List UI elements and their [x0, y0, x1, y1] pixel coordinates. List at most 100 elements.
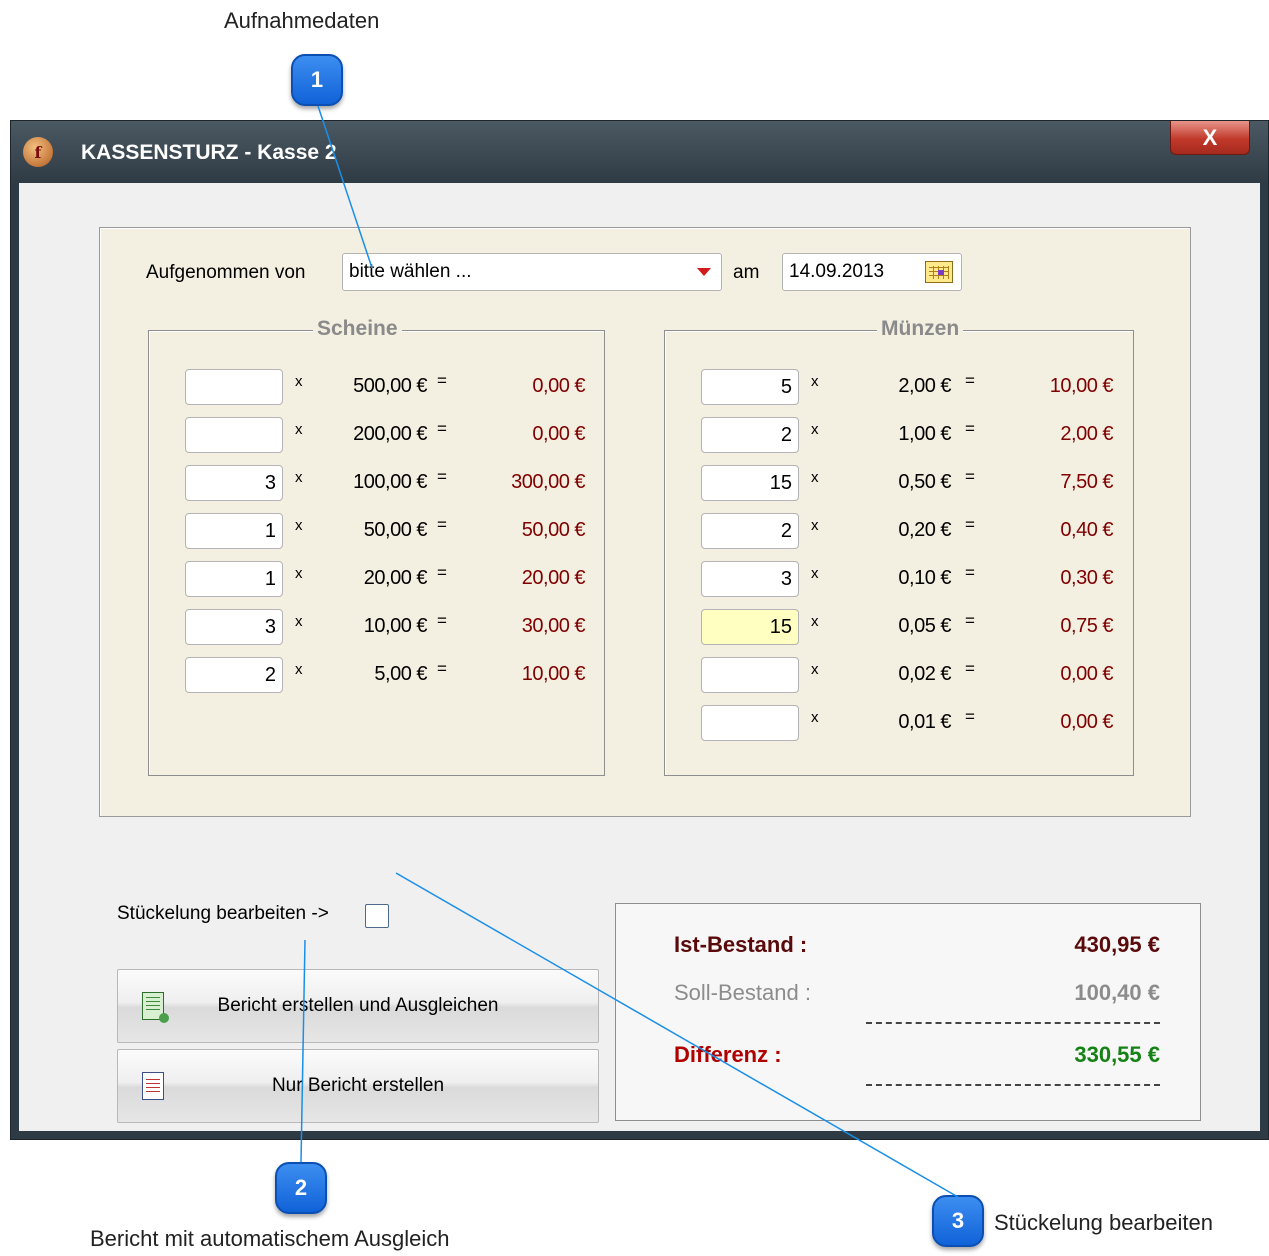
equals-sign: =	[437, 611, 447, 630]
coins-row-total: 0,30 €	[1060, 567, 1113, 589]
dropdown-arrow-icon[interactable]	[697, 268, 711, 276]
callout-3-badge: 3	[932, 1195, 984, 1247]
notes-row-total: 10,00 €	[521, 663, 586, 685]
equals-sign: =	[965, 371, 975, 390]
coins-qty-input[interactable]	[701, 705, 799, 741]
notes-qty-input[interactable]: 1	[185, 561, 283, 597]
notes-denomination: 100,00 €	[353, 471, 427, 493]
close-button[interactable]: X	[1170, 121, 1250, 155]
date-label: am	[733, 262, 760, 283]
notes-row-total: 50,00 €	[521, 519, 586, 541]
notes-denomination: 10,00 €	[363, 615, 428, 637]
times-sign: x	[295, 565, 303, 582]
notes-qty-input[interactable]	[185, 369, 283, 405]
notes-group: Scheine x 500,00 € = 0,00 € x 200,00 € = 0,00 €…	[148, 317, 605, 776]
coins-row: 15 x 0,50 € = 7,50 €	[665, 465, 1133, 503]
report-only-button[interactable]: Nur Bericht erstellen	[117, 1049, 599, 1123]
times-sign: x	[811, 373, 819, 390]
coins-denomination: 0,20 €	[898, 519, 951, 541]
target-balance-label: Soll-Bestand :	[674, 980, 811, 1005]
coins-qty-input[interactable]: 15	[701, 465, 799, 501]
coins-row: 5 x 2,00 € = 10,00 €	[665, 369, 1133, 407]
coins-group-title: Münzen	[877, 317, 964, 341]
notes-qty-input[interactable]: 2	[185, 657, 283, 693]
calendar-icon[interactable]	[925, 261, 953, 283]
notes-qty-input[interactable]: 3	[185, 609, 283, 645]
actual-balance-label: Ist-Bestand :	[674, 932, 808, 957]
notes-qty-input[interactable]: 1	[185, 513, 283, 549]
coins-denomination: 0,01 €	[898, 711, 951, 733]
equals-sign: =	[965, 515, 975, 534]
equals-sign: =	[437, 419, 447, 438]
date-field[interactable]: 14.09.2013	[782, 253, 962, 291]
notes-qty-input[interactable]	[185, 417, 283, 453]
equals-sign: =	[965, 467, 975, 486]
coins-row-total: 10,00 €	[1049, 375, 1114, 397]
summary-panel: Ist-Bestand : 430,95 € Soll-Bestand : 10…	[615, 903, 1201, 1121]
coins-row: 15 x 0,05 € = 0,75 €	[665, 609, 1133, 647]
equals-sign: =	[965, 563, 975, 582]
window-client-area: Aufgenommen von bitte wählen ... am 14.0…	[19, 183, 1260, 1131]
notes-row: 2 x 5,00 € = 10,00 €	[149, 657, 604, 695]
equals-sign: =	[965, 611, 975, 630]
equals-sign: =	[437, 371, 447, 390]
times-sign: x	[295, 421, 303, 438]
coins-qty-input[interactable]: 15	[701, 609, 799, 645]
callout-1-badge: 1	[291, 54, 343, 106]
notes-row: 1 x 20,00 € = 20,00 €	[149, 561, 604, 599]
coins-denomination: 1,00 €	[898, 423, 951, 445]
coins-row-total: 0,00 €	[1060, 711, 1113, 733]
coins-qty-input[interactable]	[701, 657, 799, 693]
times-sign: x	[811, 661, 819, 678]
coins-qty-input[interactable]: 3	[701, 561, 799, 597]
times-sign: x	[295, 517, 303, 534]
notes-denomination: 50,00 €	[363, 519, 428, 541]
edit-denominations-checkbox[interactable]	[365, 904, 389, 928]
coins-row: 3 x 0,10 € = 0,30 €	[665, 561, 1133, 599]
times-sign: x	[811, 709, 819, 726]
equals-sign: =	[437, 467, 447, 486]
coins-denomination: 0,05 €	[898, 615, 951, 637]
equals-sign: =	[965, 419, 975, 438]
notes-row-total: 30,00 €	[521, 615, 586, 637]
notes-row: 1 x 50,00 € = 50,00 €	[149, 513, 604, 551]
times-sign: x	[811, 565, 819, 582]
title-bar[interactable]: f KASSENSTURZ - Kasse 2 X	[11, 121, 1268, 183]
coins-qty-input[interactable]: 2	[701, 417, 799, 453]
coins-group: Münzen 5 x 2,00 € = 10,00 €2 x 1,00 € = 2,00 €15…	[664, 317, 1134, 776]
separator-2	[866, 1084, 1160, 1086]
times-sign: x	[811, 421, 819, 438]
recorded-by-dropdown[interactable]: bitte wählen ...	[342, 253, 722, 291]
coins-qty-input[interactable]: 5	[701, 369, 799, 405]
callout-2-text: Bericht mit automatischem Ausgleich	[90, 1226, 450, 1251]
report-only-label: Nur Bericht erstellen	[271, 1075, 445, 1096]
equals-sign: =	[965, 659, 975, 678]
recorded-by-value: bitte wählen ...	[349, 261, 472, 282]
coins-row-total: 2,00 €	[1060, 423, 1113, 445]
notes-row-total: 20,00 €	[521, 567, 586, 589]
report-and-balance-button[interactable]: Bericht erstellen und Ausgleichen	[117, 969, 599, 1043]
notes-qty-input[interactable]: 3	[185, 465, 283, 501]
target-balance-value: 100,40 €	[1074, 980, 1160, 1005]
separator-1	[866, 1022, 1160, 1024]
edit-denominations-label: Stückelung bearbeiten ->	[117, 903, 329, 924]
coins-row-total: 7,50 €	[1060, 471, 1113, 493]
date-value: 14.09.2013	[789, 261, 885, 282]
notes-denomination: 5,00 €	[374, 663, 427, 685]
coins-denomination: 0,02 €	[898, 663, 951, 685]
notes-row: 3 x 10,00 € = 30,00 €	[149, 609, 604, 647]
times-sign: x	[295, 613, 303, 630]
coins-row: 2 x 0,20 € = 0,40 €	[665, 513, 1133, 551]
equals-sign: =	[965, 707, 975, 726]
equals-sign: =	[437, 659, 447, 678]
callout-1-text: Aufnahmedaten	[224, 8, 380, 33]
coins-denomination: 0,10 €	[898, 567, 951, 589]
times-sign: x	[295, 469, 303, 486]
count-panel: Aufgenommen von bitte wählen ... am 14.0…	[99, 227, 1191, 817]
notes-row-total: 0,00 €	[532, 375, 585, 397]
coins-qty-input[interactable]: 2	[701, 513, 799, 549]
times-sign: x	[295, 661, 303, 678]
notes-row-total: 0,00 €	[532, 423, 585, 445]
notes-row: x 200,00 € = 0,00 €	[149, 417, 604, 455]
coins-row-total: 0,75 €	[1060, 615, 1113, 637]
